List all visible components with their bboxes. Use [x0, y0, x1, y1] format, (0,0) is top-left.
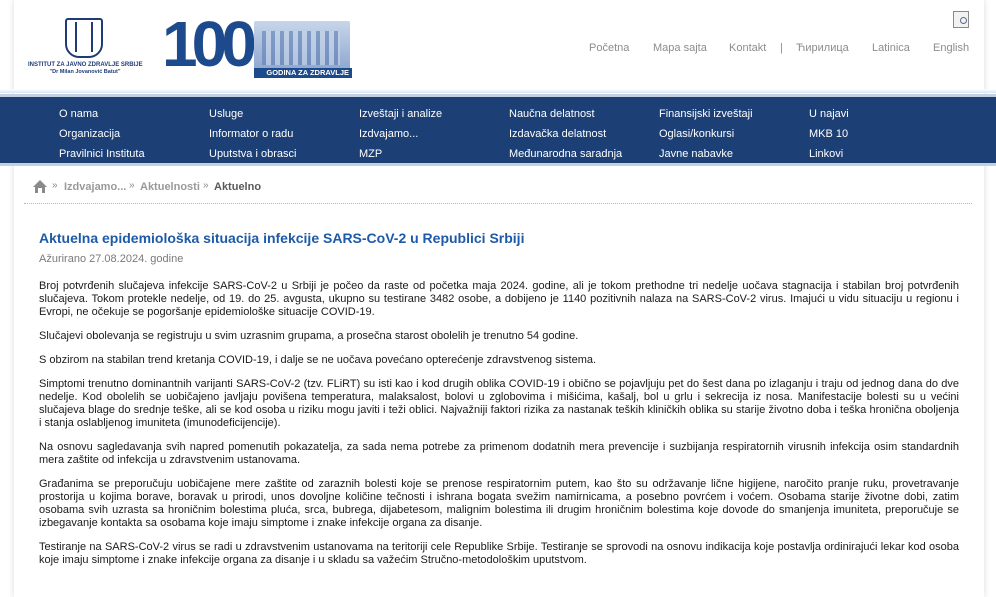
breadcrumb-izdvajamo[interactable]: Izdvajamo... [64, 181, 126, 193]
centenary-tagline: GODINA ZA ZDRAVLJE [254, 68, 352, 78]
article-body: Broj potvrđenih slučajeva infekcije SARS… [39, 280, 959, 578]
nav-item-mkb10[interactable]: MKB 10 [809, 128, 849, 148]
article-paragraph: Broj potvrđenih slučajeva infekcije SARS… [39, 280, 959, 318]
article-updated-date: Ažurirano 27.08.2024. godine [39, 253, 184, 265]
nav-item-oglasi[interactable]: Oglasi/konkursi [659, 128, 753, 148]
nav-item-organizacija[interactable]: Organizacija [59, 128, 145, 148]
nav-item-izdavacka[interactable]: Izdavačka delatnost [509, 128, 622, 148]
nav-item-izdvajamo[interactable]: Izdvajamo... [359, 128, 442, 148]
nav-item-o-nama[interactable]: O nama [59, 108, 145, 128]
nav-column-3: Izveštaji i analize Izdvajamo... MZP [359, 108, 442, 168]
breadcrumb-aktuelnosti[interactable]: Aktuelnosti [140, 181, 200, 193]
article-paragraph: Slučajevi obolevanja se registruju u svi… [39, 330, 579, 342]
breadcrumb-separator-icon: » [52, 180, 58, 191]
nav-item-naucna[interactable]: Naučna delatnost [509, 108, 622, 128]
toplink-separator: | [780, 42, 783, 54]
home-icon[interactable] [33, 180, 48, 194]
breadcrumb-separator-icon: » [203, 180, 209, 191]
nav-item-finansijski[interactable]: Finansijski izveštaji [659, 108, 753, 128]
nav-column-5: Finansijski izveštaji Oglasi/konkursi Ja… [659, 108, 753, 168]
nav-item-mzp[interactable]: MZP [359, 148, 442, 168]
toplink-contact[interactable]: Kontakt [729, 42, 766, 54]
toplink-sitemap[interactable]: Mapa sajta [653, 42, 707, 54]
nav-item-informator[interactable]: Informator o radu [209, 128, 296, 148]
site-header: INSTITUT ZA JAVNO ZDRAVLJE SRBIJE "Dr Mi… [0, 0, 996, 94]
main-navigation: O nama Organizacija Pravilnici Instituta… [0, 89, 996, 168]
article-paragraph: Građanima se preporučuju uobičajene mere… [39, 478, 959, 529]
nav-column-4: Naučna delatnost Izdavačka delatnost Međ… [509, 108, 622, 168]
logo-subname-line: "Dr Milan Jovanović Batut" [49, 69, 121, 75]
article-title: Aktuelna epidemiološka situacija infekci… [39, 230, 525, 246]
print-preview-icon[interactable] [953, 11, 969, 28]
nav-column-1: O nama Organizacija Pravilnici Instituta [59, 108, 145, 168]
divider [24, 203, 972, 204]
article-paragraph: Na osnovu sagledavanja svih napred pomen… [39, 441, 959, 466]
nav-item-izvestaji[interactable]: Izveštaji i analize [359, 108, 442, 128]
nav-item-medjunarodna[interactable]: Međunarodna saradnja [509, 148, 622, 168]
toplink-home[interactable]: Početna [589, 42, 629, 54]
toplink-cyrillic[interactable]: Ћирилица [796, 42, 849, 54]
article-paragraph: Simptomi trenutno dominantnih varijanti … [39, 378, 959, 429]
nav-item-nabavke[interactable]: Javne nabavke [659, 148, 753, 168]
top-links: Početna Mapa sajta Kontakt | Ћирилица La… [0, 42, 996, 56]
logo-name-line: INSTITUT ZA JAVNO ZDRAVLJE SRBIJE [28, 62, 143, 68]
article-paragraph: Testiranje na SARS-CoV-2 virus se radi u… [39, 541, 959, 566]
nav-item-uputstva[interactable]: Uputstva i obrasci [209, 148, 296, 168]
nav-column-2: Usluge Informator o radu Uputstva i obra… [209, 108, 296, 168]
nav-item-pravilnici[interactable]: Pravilnici Instituta [59, 148, 145, 168]
nav-item-usluge[interactable]: Usluge [209, 108, 296, 128]
breadcrumb-aktuelno: Aktuelno [214, 181, 262, 193]
toplink-english[interactable]: English [933, 42, 969, 54]
nav-column-6: U najavi MKB 10 Linkovi [809, 108, 849, 168]
article-paragraph: S obzirom na stabilan trend kretanja COV… [39, 354, 597, 366]
nav-item-najava[interactable]: U najavi [809, 108, 849, 128]
toplink-latinica[interactable]: Latinica [872, 42, 910, 54]
nav-item-linkovi[interactable]: Linkovi [809, 148, 849, 168]
breadcrumb-separator-icon: » [129, 180, 135, 191]
